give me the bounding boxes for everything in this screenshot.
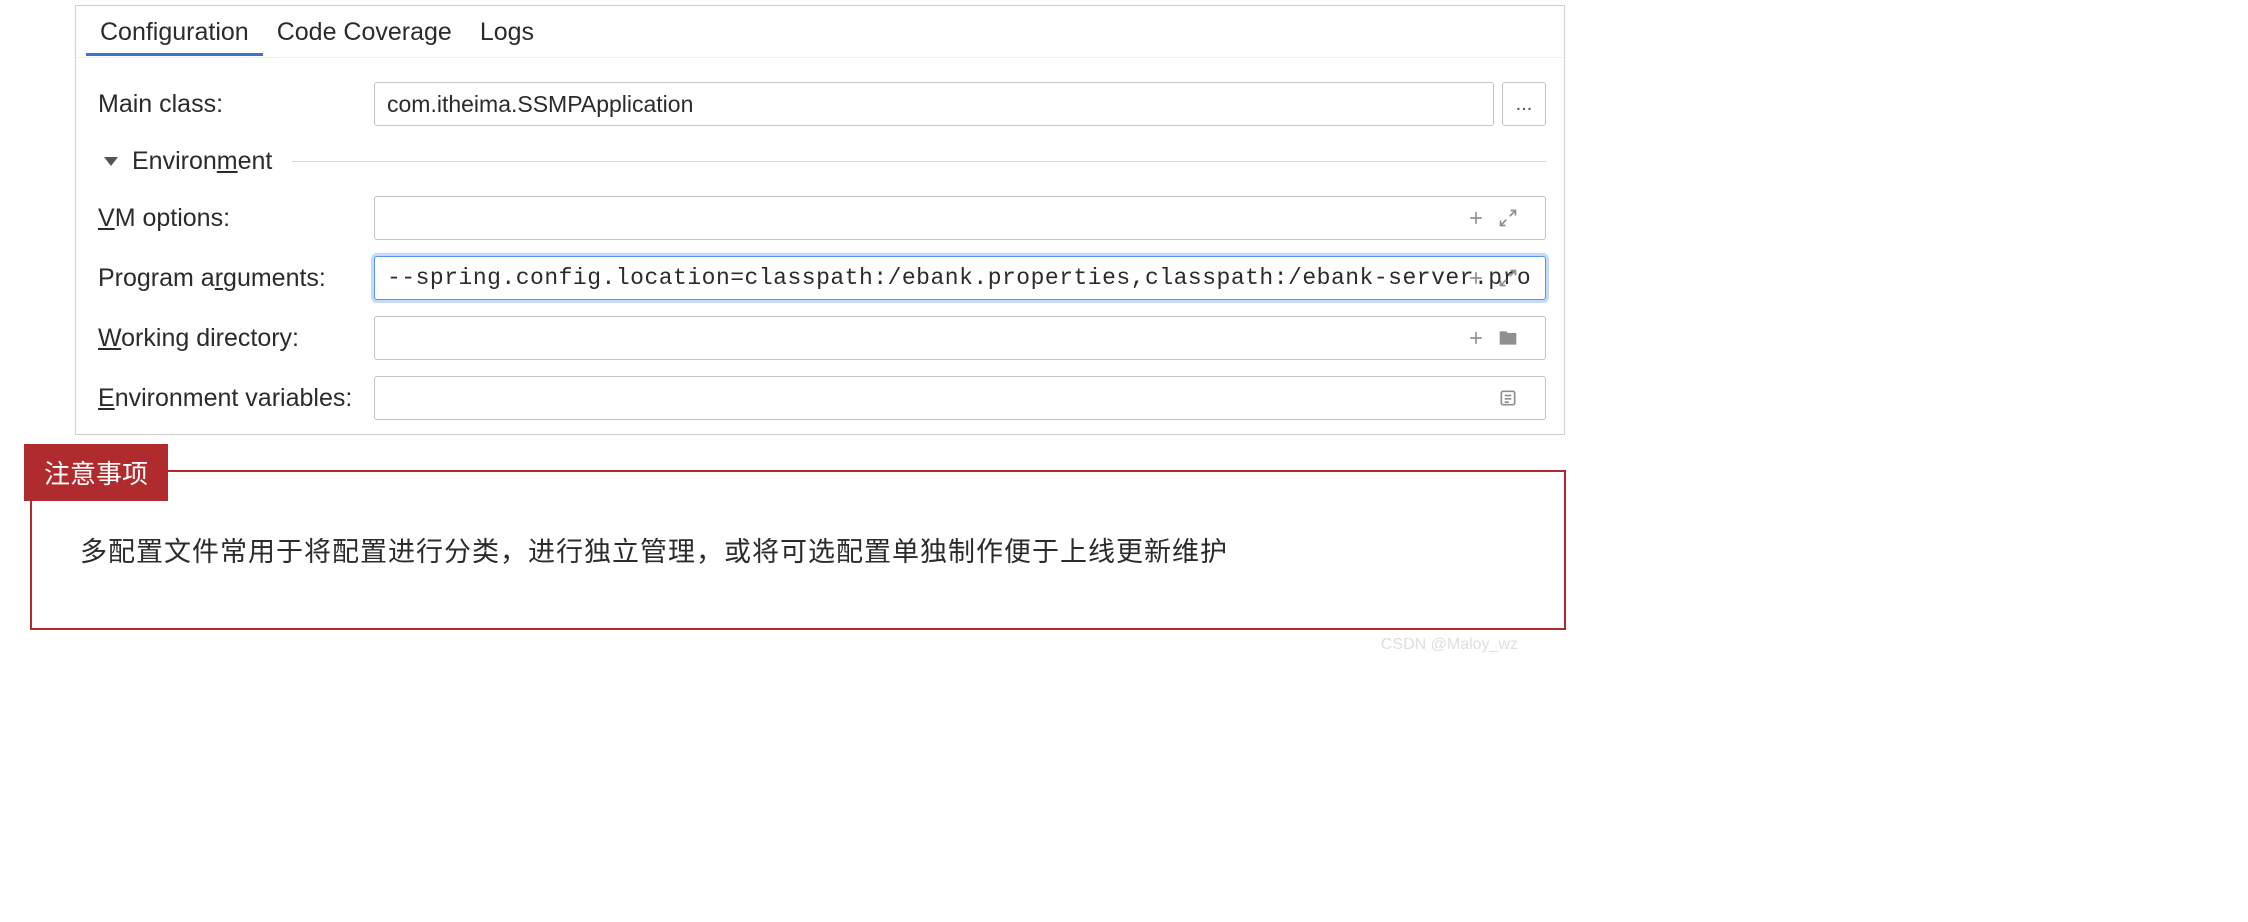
environment-label: Environment: [132, 147, 272, 176]
tab-bar: Configuration Code Coverage Logs: [76, 6, 1564, 58]
row-main-class: Main class: ...: [94, 76, 1546, 132]
note-badge: 注意事项: [24, 444, 168, 501]
tab-logs[interactable]: Logs: [466, 8, 548, 56]
row-program-arguments: Program arguments:: [94, 250, 1546, 306]
plus-icon[interactable]: [1466, 268, 1486, 288]
label-program-arguments: Program arguments:: [94, 264, 374, 293]
plus-icon[interactable]: [1466, 208, 1486, 228]
folder-icon[interactable]: [1498, 328, 1518, 348]
input-main-class[interactable]: [374, 82, 1494, 126]
input-environment-variables[interactable]: [374, 376, 1546, 420]
browse-main-class-button[interactable]: ...: [1502, 82, 1546, 126]
note-text: 多配置文件常用于将配置进行分类，进行独立管理，或将可选配置单独制作便于上线更新维…: [32, 472, 1564, 569]
run-configuration-panel: Configuration Code Coverage Logs Main cl…: [75, 5, 1565, 435]
label-main-class: Main class:: [94, 90, 374, 119]
input-vm-options[interactable]: [374, 196, 1546, 240]
configuration-form: Main class: ... Environment VM options: …: [76, 58, 1564, 426]
label-environment-variables: Environment variables:: [94, 384, 374, 413]
row-working-directory: Working directory:: [94, 310, 1546, 366]
watermark: CSDN @Maloy_wz: [1381, 636, 1518, 654]
plus-icon[interactable]: [1466, 328, 1486, 348]
label-working-directory: Working directory:: [94, 324, 374, 353]
expand-icon[interactable]: [1498, 208, 1518, 228]
environment-section-header[interactable]: Environment: [94, 136, 1546, 186]
divider: [292, 161, 1546, 162]
note-callout: 注意事项 多配置文件常用于将配置进行分类，进行独立管理，或将可选配置单独制作便于…: [30, 470, 1566, 630]
tab-configuration[interactable]: Configuration: [86, 8, 263, 56]
input-working-directory[interactable]: [374, 316, 1546, 360]
expand-icon[interactable]: [1498, 268, 1518, 288]
row-vm-options: VM options:: [94, 190, 1546, 246]
tab-code-coverage[interactable]: Code Coverage: [263, 8, 466, 56]
input-program-arguments[interactable]: [374, 256, 1546, 300]
chevron-down-icon: [104, 157, 118, 166]
row-environment-variables: Environment variables:: [94, 370, 1546, 426]
list-icon[interactable]: [1498, 388, 1518, 408]
label-vm-options: VM options:: [94, 204, 374, 233]
